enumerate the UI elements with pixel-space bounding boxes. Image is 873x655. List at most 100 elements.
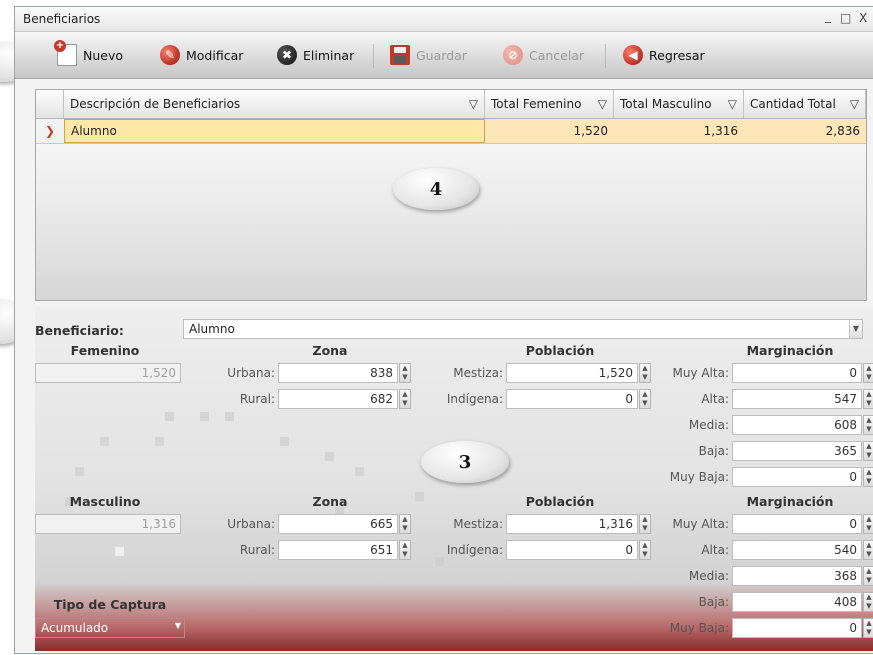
guardar-button[interactable]: Guardar (390, 44, 467, 66)
femenino-urbana-stepper[interactable]: ▲ ▼ (399, 363, 411, 383)
column-header-cantidad-total[interactable]: Cantidad Total ▽ (744, 90, 866, 118)
femenino-muy-baja-stepper[interactable]: ▲ ▼ (863, 467, 873, 487)
beneficiarios-grid: Descripción de Beneficiarios ▽ Total Fem… (35, 89, 867, 301)
masculino-muy-baja-field[interactable]: 0 (732, 618, 862, 638)
zona-heading-2: Zona (312, 494, 348, 509)
masculino-media-field[interactable]: 368 (732, 566, 862, 586)
masculino-rural-stepper[interactable]: ▲ ▼ (399, 540, 411, 560)
masculino-mestiza-field[interactable]: 1,316 (506, 514, 638, 534)
urbana-label: Urbana: (227, 366, 275, 380)
masculino-total-field: 1,316 (35, 514, 181, 534)
toolbar: + Nuevo ✎ Modificar ✖ Eliminar Guardar ⊘… (15, 32, 873, 79)
masculino-muy-alta-stepper[interactable]: ▲ ▼ (863, 514, 873, 534)
column-header-descripcion[interactable]: Descripción de Beneficiarios ▽ (64, 90, 485, 118)
eliminar-label: Eliminar (303, 47, 355, 63)
femenino-indigena-field[interactable]: 0 (506, 389, 638, 409)
filter-icon[interactable]: ▽ (850, 97, 859, 111)
masculino-media-stepper[interactable]: ▲ ▼ (863, 566, 873, 586)
femenino-heading: Femenino (70, 343, 140, 358)
masculino-muy-baja-stepper[interactable]: ▲ ▼ (863, 618, 873, 638)
masculino-urbana-field[interactable]: 665 (278, 514, 398, 534)
cancelar-button[interactable]: ⊘ Cancelar (503, 44, 584, 66)
modificar-button[interactable]: ✎ Modificar (160, 44, 243, 66)
table-row[interactable]: ❯ Alumno 1,520 1,316 2,836 (36, 119, 866, 144)
femenino-muy-alta-field[interactable]: 0 (732, 363, 862, 383)
femenino-muy-baja-field[interactable]: 0 (732, 467, 862, 487)
row-indicator-header (36, 90, 64, 118)
beneficiario-select[interactable]: Alumno ▼ (183, 319, 863, 339)
media-label-2: Media: (688, 569, 729, 583)
femenino-mestiza-field[interactable]: 1,520 (506, 363, 638, 383)
marginacion-heading: Marginación (746, 343, 834, 358)
cancel-icon: ⊘ (503, 45, 523, 65)
zona-heading: Zona (312, 343, 348, 358)
rural-label: Rural: (239, 392, 275, 406)
column-header-total-femenino[interactable]: Total Femenino ▽ (485, 90, 614, 118)
toolbar-separator-2 (605, 44, 606, 68)
back-icon: ◀ (623, 45, 643, 65)
femenino-total-field: 1,520 (35, 363, 181, 383)
chevron-down-icon[interactable]: ▼ (849, 320, 862, 338)
mestiza-label: Mestiza: (453, 366, 503, 380)
callout-bubble-3: 3 (421, 441, 509, 483)
cell-descripcion[interactable]: Alumno (64, 119, 485, 143)
cell-total-masculino[interactable]: 1,316 (614, 119, 744, 143)
femenino-alta-field[interactable]: 547 (732, 389, 862, 409)
filter-icon[interactable]: ▽ (469, 97, 478, 111)
femenino-urbana-field[interactable]: 838 (278, 363, 398, 383)
masculino-indigena-field[interactable]: 0 (506, 540, 638, 560)
filter-icon[interactable]: ▽ (598, 97, 607, 111)
urbana-label-2: Urbana: (227, 517, 275, 531)
cell-total-femenino[interactable]: 1,520 (485, 119, 614, 143)
close-icon[interactable]: X (859, 11, 867, 25)
detail-form: Beneficiario: Alumno ▼ Femenino Zona Pob… (35, 307, 873, 651)
alta-label: Alta: (701, 392, 729, 406)
masculino-urbana-stepper[interactable]: ▲ ▼ (399, 514, 411, 534)
regresar-button[interactable]: ◀ Regresar (623, 44, 705, 66)
cell-cantidad-total[interactable]: 2,836 (744, 119, 866, 143)
rural-label-2: Rural: (239, 543, 275, 557)
femenino-media-stepper[interactable]: ▲ ▼ (863, 415, 873, 435)
baja-label-2: Baja: (698, 595, 729, 609)
femenino-media-field[interactable]: 608 (732, 415, 862, 435)
femenino-rural-field[interactable]: 682 (278, 389, 398, 409)
alta-label-2: Alta: (701, 543, 729, 557)
femenino-rural-stepper[interactable]: ▲ ▼ (399, 389, 411, 409)
marginacion-heading-2: Marginación (746, 494, 834, 509)
filter-icon[interactable]: ▽ (728, 97, 737, 111)
femenino-baja-field[interactable]: 365 (732, 441, 862, 461)
modificar-label: Modificar (186, 47, 244, 63)
muy-alta-label: Muy Alta: (672, 366, 729, 380)
callout-bubble-4: 4 (393, 168, 479, 210)
minimize-icon[interactable]: _ (825, 9, 831, 23)
column-header-total-masculino[interactable]: Total Masculino ▽ (614, 90, 744, 118)
tipo-captura-select[interactable]: Acumulado ▼ (35, 618, 185, 638)
femenino-baja-stepper[interactable]: ▲ ▼ (863, 441, 873, 461)
poblacion-heading-2: Población (525, 494, 595, 509)
row-selector-arrow-icon[interactable]: ❯ (36, 119, 64, 143)
eliminar-button[interactable]: ✖ Eliminar (277, 44, 354, 66)
muy-alta-label-2: Muy Alta: (672, 517, 729, 531)
femenino-muy-alta-stepper[interactable]: ▲ ▼ (863, 363, 873, 383)
masculino-heading: Masculino (69, 494, 141, 509)
guardar-label: Guardar (416, 47, 467, 63)
chevron-down-icon[interactable]: ▼ (175, 621, 181, 630)
masculino-baja-field[interactable]: 408 (732, 592, 862, 612)
femenino-alta-stepper[interactable]: ▲ ▼ (863, 389, 873, 409)
poblacion-heading: Población (525, 343, 595, 358)
masculino-alta-stepper[interactable]: ▲ ▼ (863, 540, 873, 560)
grid-header: Descripción de Beneficiarios ▽ Total Fem… (36, 90, 866, 119)
nuevo-label: Nuevo (83, 47, 124, 63)
nuevo-button[interactable]: + Nuevo (54, 40, 124, 66)
masculino-muy-alta-field[interactable]: 0 (732, 514, 862, 534)
muy-baja-label: Muy Baja: (669, 470, 729, 484)
masculino-alta-field[interactable]: 540 (732, 540, 862, 560)
indigena-label: Indígena: (446, 392, 503, 406)
regresar-label: Regresar (649, 47, 705, 63)
muy-baja-label-2: Muy Baja: (669, 621, 729, 635)
masculino-rural-field[interactable]: 651 (278, 540, 398, 560)
new-document-icon: + (54, 40, 77, 66)
title-bar: Beneficiarios _ □ X (15, 7, 873, 32)
maximize-icon[interactable]: □ (840, 11, 851, 25)
masculino-baja-stepper[interactable]: ▲ ▼ (863, 592, 873, 612)
